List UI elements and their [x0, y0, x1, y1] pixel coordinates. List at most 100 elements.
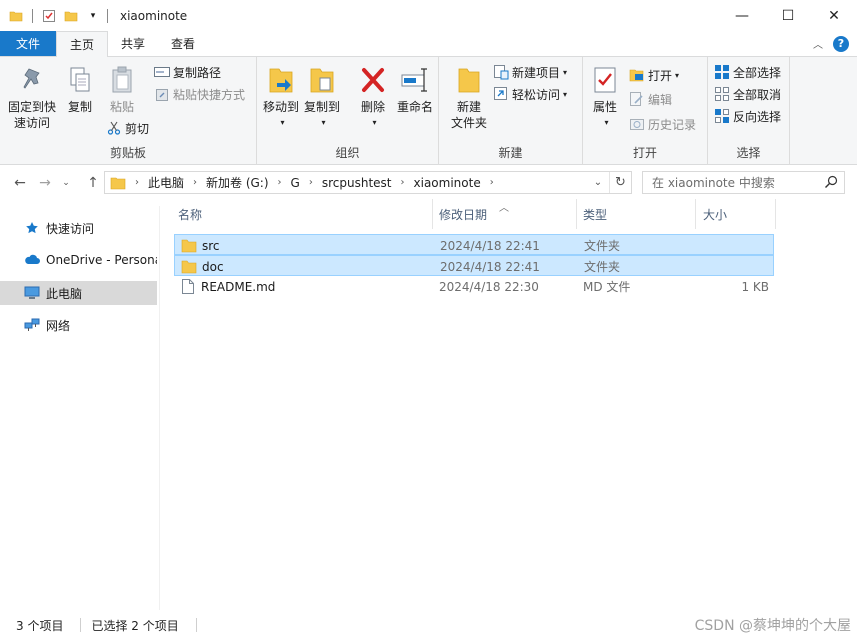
navigation-bar: ← → ⌄ ↑ › 此电脑 › 新加卷 (G:) › G › srcpushte…	[0, 168, 857, 198]
table-row[interactable]: src 2024/4/18 22:41 文件夹	[174, 234, 774, 255]
column-header-name[interactable]: 名称	[174, 199, 432, 229]
paste-button[interactable]: 粘贴	[102, 63, 142, 115]
customize-toolbar-icon[interactable]: ▾	[85, 8, 101, 24]
breadcrumb-xiaominote[interactable]: xiaominote	[414, 176, 481, 190]
invert-selection-button[interactable]: 反向选择	[714, 106, 781, 126]
column-divider[interactable]	[432, 199, 433, 229]
column-header-size[interactable]: 大小	[699, 199, 775, 229]
watermark: CSDN @蔡坤坤的个大屋	[694, 618, 851, 634]
chevron-right-icon: ›	[193, 177, 198, 188]
close-button[interactable]: ✕	[811, 0, 857, 31]
select-none-button[interactable]: 全部取消	[714, 84, 781, 104]
select-all-label: 全部选择	[733, 65, 782, 80]
minimize-button[interactable]: —	[719, 0, 765, 31]
refresh-icon[interactable]: ↻	[609, 172, 631, 193]
chevron-down-icon: ▾	[321, 118, 326, 127]
paste-shortcut-button[interactable]: 粘贴快捷方式	[154, 84, 245, 104]
selection-count: 已选择 2 个项目	[91, 618, 179, 633]
folder-icon	[8, 8, 24, 24]
sidebar-item-onedrive[interactable]: OneDrive - Persona	[0, 248, 157, 272]
organize-group: 移动到 ▾ 复制到 ▾ 删除 ▾ 重命名 组织	[257, 57, 439, 165]
column-header-label: 名称	[178, 207, 203, 222]
cut-button[interactable]: 剪切	[106, 118, 149, 138]
copy-path-button[interactable]: 复制路径	[154, 62, 221, 82]
sidebar-item-label: OneDrive - Persona	[46, 253, 157, 267]
scissors-icon	[106, 120, 122, 136]
sidebar-item-label: 此电脑	[46, 286, 83, 301]
file-type: 文件夹	[584, 260, 621, 274]
chevron-right-icon: ›	[400, 177, 405, 188]
recent-locations-icon[interactable]: ⌄	[58, 172, 74, 194]
column-header-label: 类型	[583, 207, 608, 222]
sidebar-item-quick-access[interactable]: 快速访问	[0, 216, 157, 240]
rename-button[interactable]: 重命名	[395, 63, 435, 115]
back-icon[interactable]: ←	[9, 172, 31, 194]
copy-to-button[interactable]: 复制到 ▾	[303, 63, 341, 131]
expand-ribbon-icon[interactable]: ︿	[813, 36, 823, 51]
table-row[interactable]: doc 2024/4/18 22:41 文件夹	[174, 255, 774, 276]
folder-icon	[181, 238, 197, 254]
status-separator	[80, 618, 82, 632]
copy-to-icon	[306, 63, 338, 97]
address-bar[interactable]: › 此电脑 › 新加卷 (G:) › G › srcpushtest › xia…	[104, 171, 632, 194]
properties-label: 属性	[592, 100, 617, 114]
navigation-pane: 快速访问 OneDrive - Persona 此电脑 网络	[0, 206, 160, 610]
easy-access-button[interactable]: 轻松访问 ▾	[493, 84, 567, 104]
select-all-icon	[714, 64, 730, 80]
column-header-type[interactable]: 类型	[579, 199, 695, 229]
sidebar-item-network[interactable]: 网络	[0, 313, 157, 337]
file-date: 2024/4/18 22:30	[439, 279, 539, 294]
column-divider[interactable]	[695, 199, 696, 229]
forward-icon[interactable]: →	[34, 172, 56, 194]
new-folder-button[interactable]: 新建 文件夹	[447, 63, 491, 131]
address-dropdown-icon[interactable]: ⌄	[589, 172, 607, 193]
history-button[interactable]: 历史记录	[629, 114, 696, 134]
properties-button[interactable]: 属性 ▾	[591, 63, 619, 131]
search-icon	[824, 175, 838, 192]
new-group-label: 新建	[498, 146, 523, 160]
table-row[interactable]: README.md 2024/4/18 22:30 MD 文件 1 KB	[174, 276, 774, 297]
maximize-button[interactable]: ☐	[765, 0, 811, 31]
edit-button[interactable]: 编辑	[629, 89, 672, 109]
file-date: 2024/4/18 22:41	[440, 238, 540, 253]
folder-icon	[181, 259, 197, 275]
column-header-date[interactable]: 修改日期	[435, 199, 577, 229]
breadcrumb-this-pc[interactable]: 此电脑	[148, 174, 184, 191]
file-type: 文件夹	[584, 239, 621, 253]
help-icon[interactable]: ?	[833, 35, 849, 52]
tab-view[interactable]: 查看	[158, 31, 208, 56]
delete-button[interactable]: 删除 ▾	[357, 63, 389, 131]
open-button[interactable]: 打开 ▾	[629, 65, 679, 85]
select-all-button[interactable]: 全部选择	[714, 62, 781, 82]
file-name-cell: doc	[181, 256, 224, 277]
open-group: 属性 ▾ 打开 ▾ 编辑 历史记录 打开	[583, 57, 708, 165]
tab-home[interactable]: 主页	[56, 31, 109, 57]
copy-path-icon	[154, 64, 170, 80]
copy-label: 复制	[67, 100, 92, 114]
paste-icon	[106, 63, 138, 97]
easy-access-icon	[493, 86, 509, 102]
tab-file[interactable]: 文件	[0, 31, 57, 56]
item-count: 3 个项目	[16, 618, 64, 633]
file-name: src	[202, 238, 220, 253]
breadcrumb-volume[interactable]: 新加卷 (G:)	[206, 174, 269, 191]
window-controls: — ☐ ✕	[719, 0, 857, 31]
new-folder-icon[interactable]	[63, 8, 79, 24]
copy-button[interactable]: 复制	[62, 63, 98, 115]
search-input[interactable]: 在 xiaominote 中搜索	[642, 171, 845, 194]
toolbar-separator	[107, 8, 108, 23]
up-icon[interactable]: ↑	[82, 172, 104, 194]
column-divider[interactable]	[775, 199, 776, 229]
properties-icon[interactable]	[41, 8, 57, 24]
breadcrumb-srcpushtest[interactable]: srcpushtest	[322, 176, 392, 190]
pin-to-quick-access-button[interactable]: 固定到快 速访问	[6, 63, 58, 131]
new-item-button[interactable]: 新建项目 ▾	[493, 62, 567, 82]
move-to-button[interactable]: 移动到 ▾	[262, 63, 300, 131]
history-label: 历史记录	[648, 117, 697, 132]
sidebar-item-this-pc[interactable]: 此电脑	[0, 281, 157, 305]
column-divider[interactable]	[576, 199, 577, 229]
breadcrumb-g[interactable]: G	[291, 176, 300, 190]
open-label: 打开	[648, 68, 673, 83]
open-icon	[629, 67, 645, 83]
tab-share[interactable]: 共享	[108, 31, 158, 56]
